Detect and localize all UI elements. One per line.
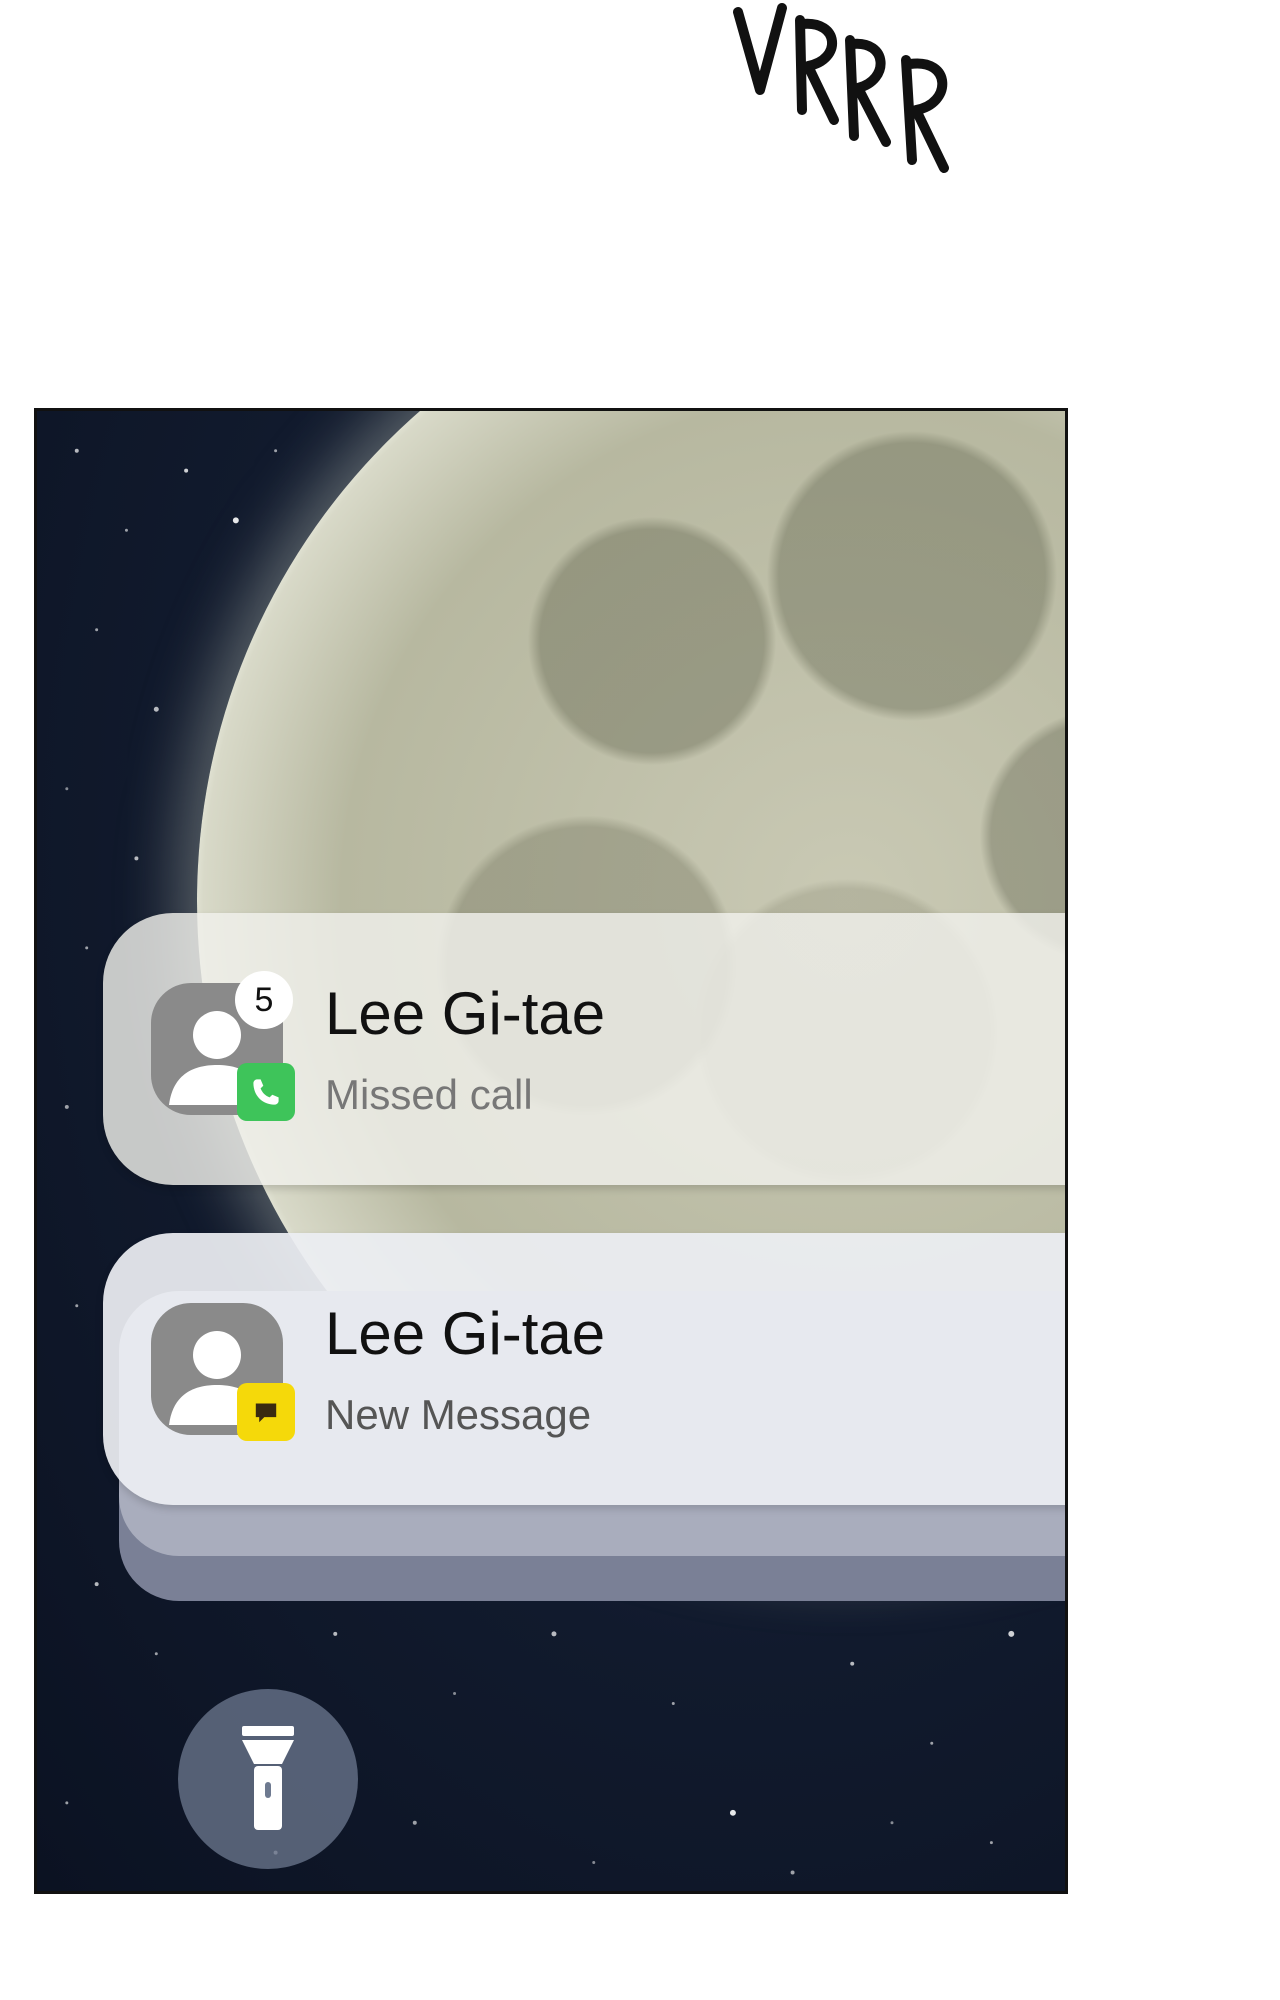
notification-missed-call[interactable]: 5 Lee Gi-tae Missed call [103,913,1065,1185]
contact-name: Lee Gi-tae [325,980,606,1047]
message-icon [237,1383,295,1441]
notification-status: New Message [325,1391,592,1438]
notification-count-badge: 5 [235,971,293,1029]
flashlight-button[interactable] [178,1689,358,1869]
notification-new-message[interactable]: Lee Gi-tae New Message [103,1233,1065,1505]
phone-icon [237,1063,295,1121]
flashlight-icon [242,1726,294,1830]
sound-effect-vrrr [730,0,1000,175]
lockscreen: 5 Lee Gi-tae Missed call Lee Gi-tae New … [34,408,1068,1894]
notification-status: Missed call [325,1071,533,1118]
contact-name: Lee Gi-tae [325,1300,606,1367]
vrrr-lettering [733,3,949,173]
